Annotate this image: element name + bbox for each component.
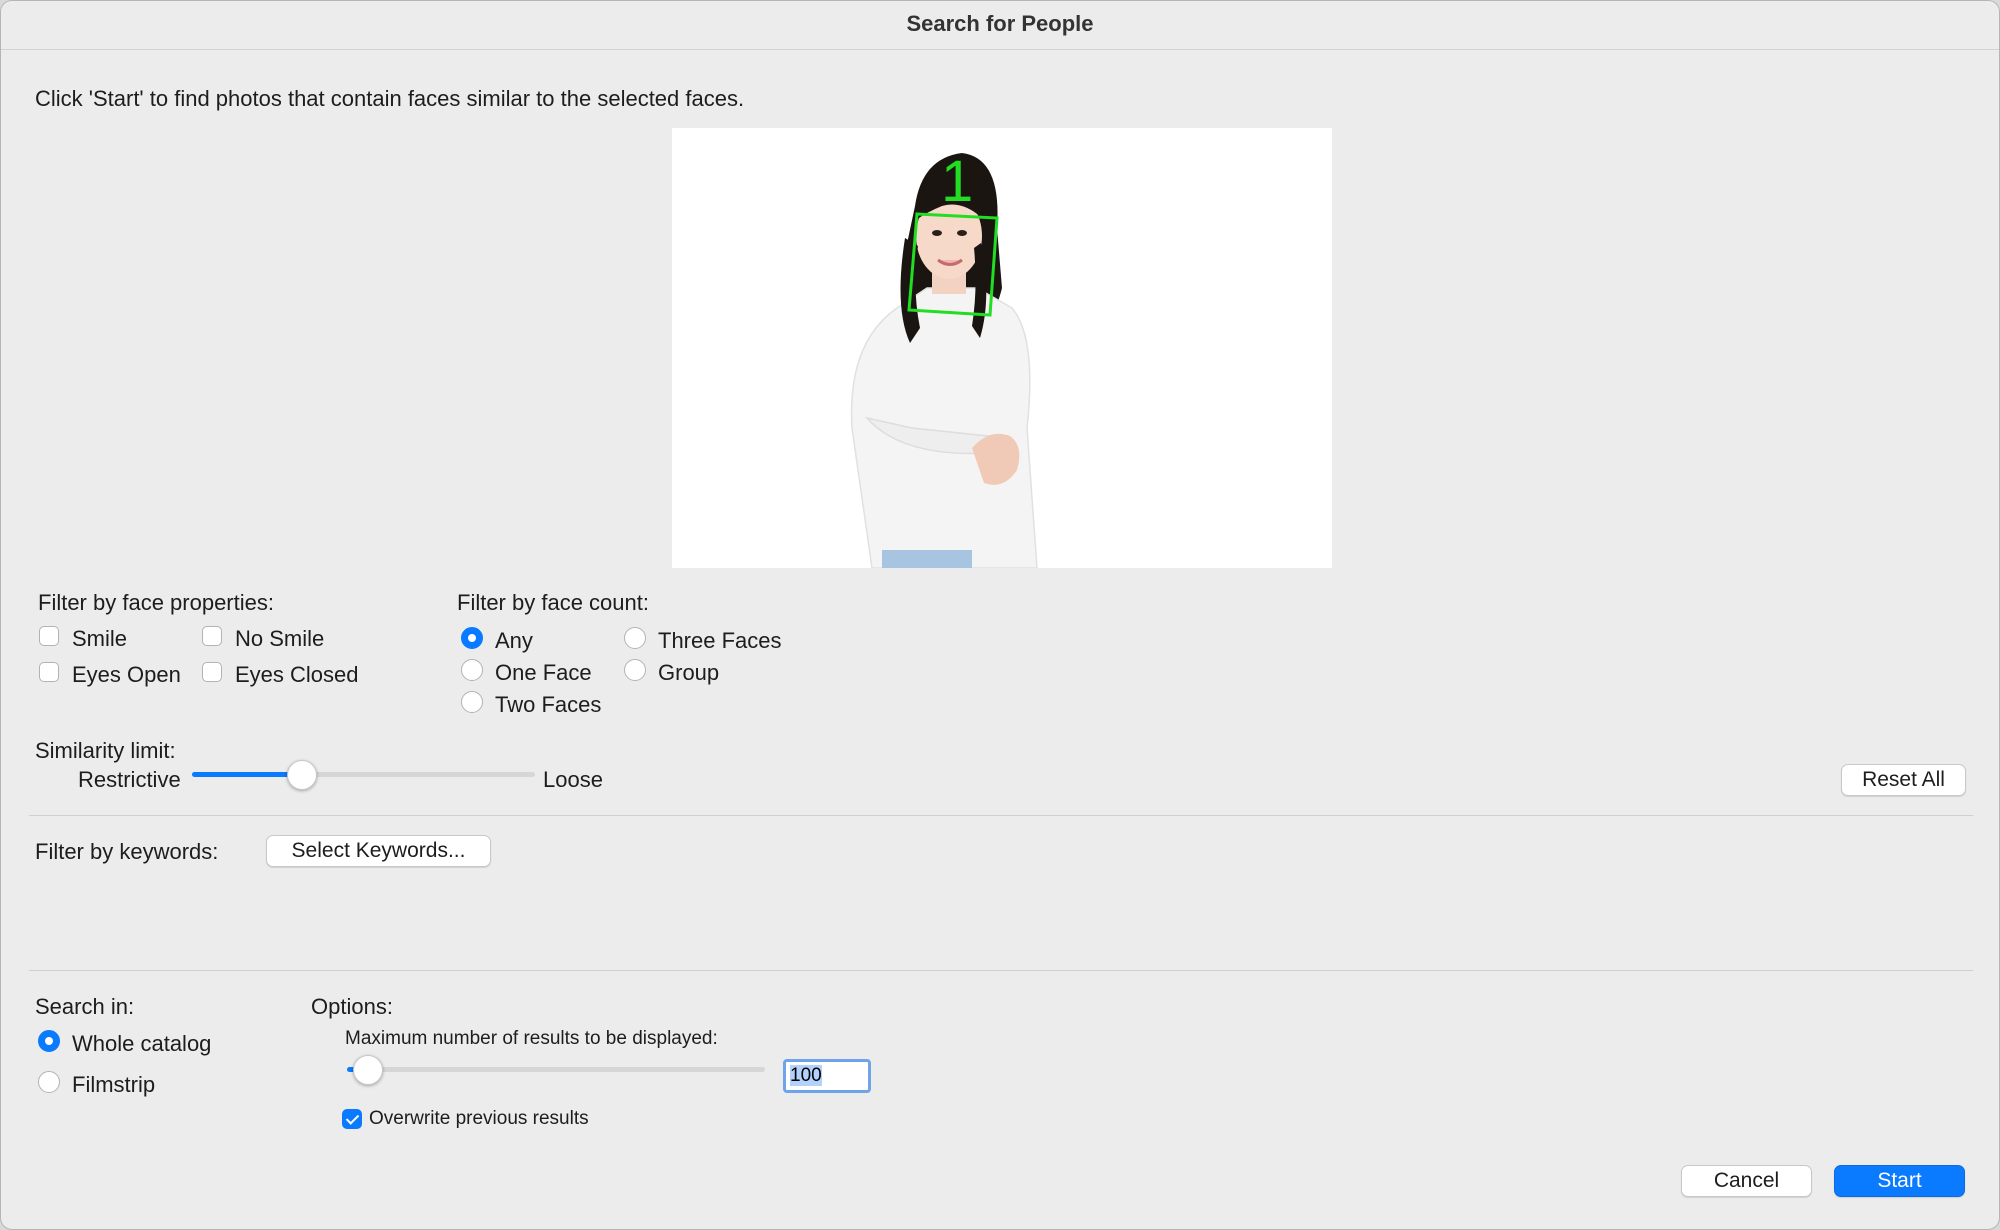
whole-catalog-radio[interactable]	[38, 1030, 60, 1052]
no-smile-checkbox[interactable]	[202, 626, 222, 646]
max-results-slider[interactable]	[347, 1067, 765, 1072]
title-bar: Search for People	[1, 1, 1999, 50]
group-radio[interactable]	[624, 659, 646, 681]
any-radio[interactable]	[461, 627, 483, 649]
face-count-label: Filter by face count:	[457, 590, 649, 615]
whole-catalog-label[interactable]: Whole catalog	[72, 1031, 211, 1057]
eyes-open-checkbox[interactable]	[39, 662, 59, 682]
group-label[interactable]: Group	[658, 660, 719, 686]
reset-all-button[interactable]: Reset All	[1841, 764, 1966, 796]
two-faces-radio[interactable]	[461, 691, 483, 713]
instructions-text: Click 'Start' to find photos that contai…	[35, 86, 745, 111]
similarity-min-label: Restrictive	[78, 767, 181, 792]
max-results-input[interactable]: 100	[783, 1059, 871, 1093]
two-faces-label[interactable]: Two Faces	[495, 692, 601, 718]
max-results-slider-thumb[interactable]	[352, 1055, 383, 1085]
three-faces-radio[interactable]	[624, 627, 646, 649]
keywords-label: Filter by keywords:	[35, 839, 219, 864]
smile-label[interactable]: Smile	[72, 626, 127, 652]
overwrite-label[interactable]: Overwrite previous results	[369, 1108, 589, 1130]
three-faces-label[interactable]: Three Faces	[658, 628, 782, 654]
similarity-slider[interactable]	[192, 772, 535, 777]
one-face-label[interactable]: One Face	[495, 660, 592, 686]
smile-checkbox[interactable]	[39, 626, 59, 646]
select-keywords-button[interactable]: Select Keywords...	[266, 835, 491, 867]
similarity-slider-thumb[interactable]	[286, 760, 317, 790]
divider	[29, 970, 1973, 971]
search-in-label: Search in:	[35, 994, 135, 1019]
max-results-label: Maximum number of results to be displaye…	[345, 1028, 718, 1049]
similarity-label: Similarity limit:	[35, 738, 176, 763]
eyes-closed-checkbox[interactable]	[202, 662, 222, 682]
similarity-slider-fill	[192, 772, 302, 777]
filmstrip-radio[interactable]	[38, 1071, 60, 1093]
one-face-radio[interactable]	[461, 659, 483, 681]
similarity-max-label: Loose	[543, 767, 603, 792]
divider	[29, 815, 1973, 816]
face-preview-image: 1	[672, 128, 1332, 568]
filmstrip-label[interactable]: Filmstrip	[72, 1072, 155, 1098]
face-properties-label: Filter by face properties:	[38, 590, 274, 615]
person-photo	[672, 128, 1332, 568]
no-smile-label[interactable]: No Smile	[235, 626, 324, 652]
start-button[interactable]: Start	[1834, 1165, 1965, 1197]
window-title: Search for People	[906, 11, 1094, 36]
cancel-button[interactable]: Cancel	[1681, 1165, 1812, 1197]
eyes-open-label[interactable]: Eyes Open	[72, 662, 181, 688]
eyes-closed-label[interactable]: Eyes Closed	[235, 662, 359, 688]
face-number-label: 1	[941, 149, 974, 214]
search-for-people-dialog: Search for People Click 'Start' to find …	[0, 0, 2000, 1230]
options-label: Options:	[311, 994, 393, 1019]
max-results-value: 100	[790, 1065, 822, 1086]
overwrite-checkbox[interactable]	[342, 1109, 362, 1129]
any-label[interactable]: Any	[495, 628, 533, 654]
